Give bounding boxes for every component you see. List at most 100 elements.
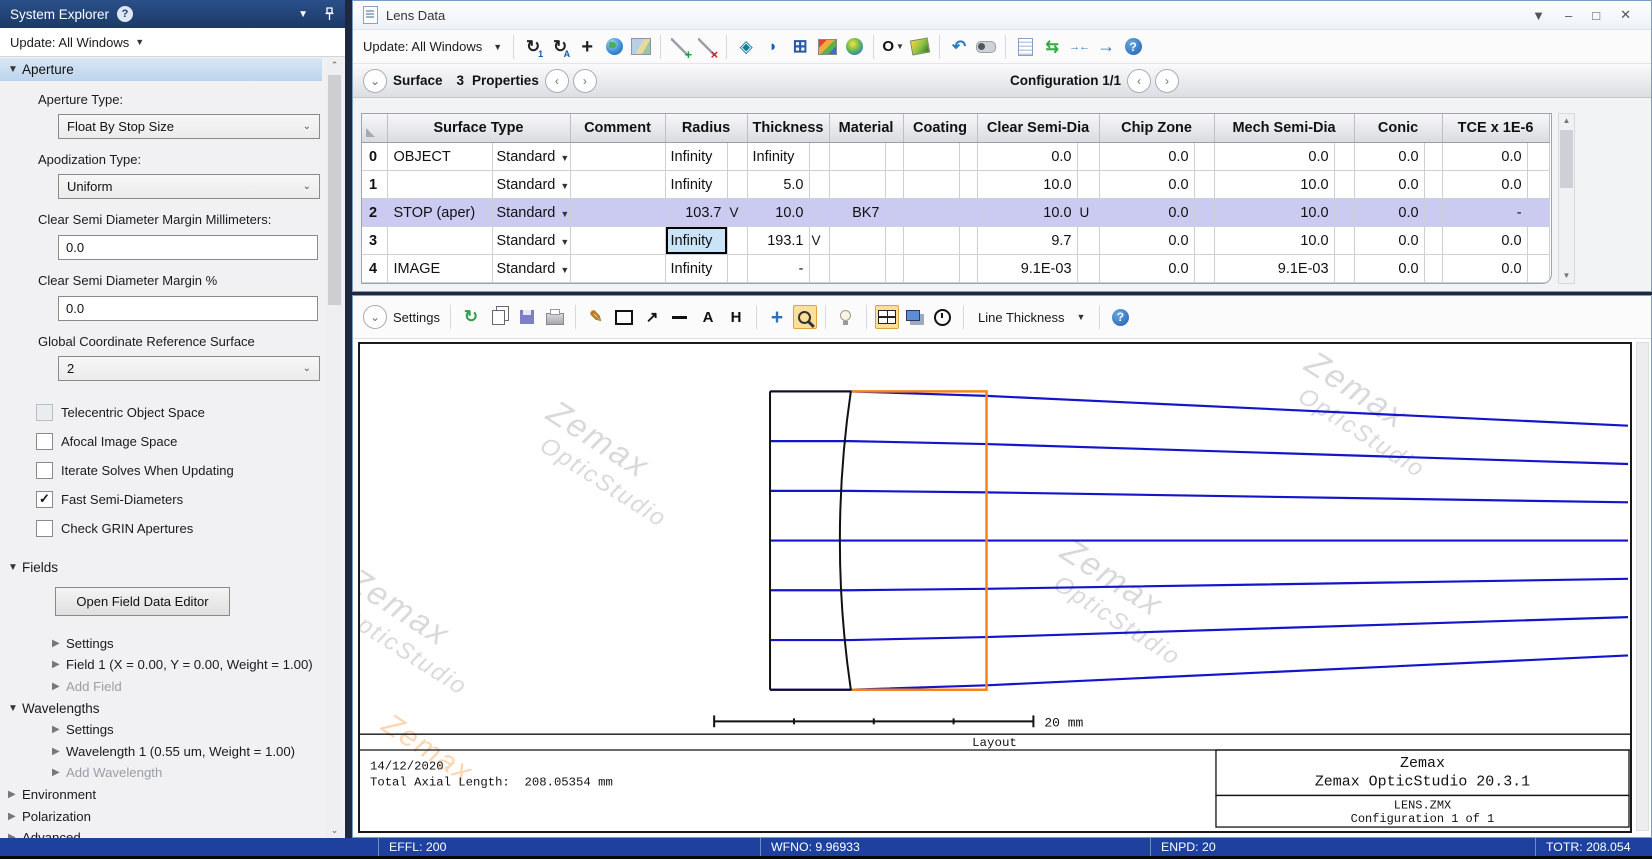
sidebar-scrollbar[interactable]: ⌃ ⌄ bbox=[326, 57, 343, 838]
surface-type-cell[interactable]: Standard ▼ bbox=[492, 254, 571, 283]
table-row-4[interactable]: 4 IMAGE Standard ▼ Infinity - 9.1E-03 0.0… bbox=[362, 254, 1550, 283]
tce-cell[interactable]: 0.0 bbox=[1442, 226, 1528, 255]
col-thickness[interactable]: Thickness bbox=[747, 114, 830, 143]
col-coating[interactable]: Coating bbox=[903, 114, 978, 143]
row-number[interactable]: 3 bbox=[362, 226, 388, 255]
coating-cell[interactable] bbox=[903, 254, 960, 283]
coating-flag[interactable] bbox=[959, 198, 978, 227]
thickness-flag[interactable] bbox=[809, 254, 830, 283]
conic-cell[interactable]: 0.0 bbox=[1354, 254, 1425, 283]
settings-label[interactable]: Settings bbox=[393, 310, 440, 325]
conic-flag[interactable] bbox=[1424, 142, 1443, 171]
delete-surface-icon[interactable] bbox=[695, 35, 719, 62]
mech-semi-cell[interactable]: 0.0 bbox=[1214, 142, 1335, 171]
clear-semi-margin-mm-input[interactable]: 0.0 bbox=[58, 235, 318, 260]
apodization-type-select[interactable]: Uniform ⌄ bbox=[58, 174, 320, 199]
rectangle-annotation-icon[interactable] bbox=[612, 305, 636, 329]
col-material[interactable]: Material bbox=[829, 114, 904, 143]
checkbox-telecentric[interactable]: Telecentric Object Space bbox=[36, 402, 322, 422]
mech-semi-cell[interactable]: 10.0 bbox=[1214, 198, 1335, 227]
conic-cell[interactable]: 0.0 bbox=[1354, 198, 1425, 227]
thickness-cell[interactable]: 193.1 bbox=[747, 226, 810, 255]
coating-cell[interactable] bbox=[903, 170, 960, 199]
coating-cell[interactable] bbox=[903, 198, 960, 227]
corner-cell[interactable] bbox=[362, 114, 388, 143]
radius-cell[interactable]: Infinity bbox=[665, 254, 728, 283]
image-export-icon[interactable] bbox=[629, 35, 653, 59]
chip-zone-flag[interactable] bbox=[1194, 226, 1215, 255]
clear-semi-flag[interactable] bbox=[1077, 170, 1100, 199]
conic-flag[interactable] bbox=[1424, 198, 1443, 227]
scroll-up-icon[interactable]: ▲ bbox=[1559, 114, 1574, 128]
open-field-data-editor-button[interactable]: Open Field Data Editor bbox=[55, 586, 230, 616]
material-cell[interactable]: BK7 bbox=[829, 198, 886, 227]
aperture-icon[interactable] bbox=[734, 35, 758, 59]
pan-editor-icon[interactable] bbox=[575, 35, 599, 59]
next-surface-button[interactable]: › bbox=[572, 68, 597, 93]
comment-cell[interactable] bbox=[570, 254, 666, 283]
coating-flag[interactable] bbox=[959, 142, 978, 171]
tce-flag[interactable] bbox=[1527, 142, 1550, 171]
tce-flag[interactable] bbox=[1527, 254, 1550, 283]
material-cell[interactable] bbox=[829, 170, 886, 199]
globe-icon[interactable] bbox=[602, 35, 626, 59]
clear-semi-flag[interactable] bbox=[1077, 142, 1100, 171]
mech-semi-cell[interactable]: 10.0 bbox=[1214, 170, 1335, 199]
section-polarization[interactable]: ▶ Polarization bbox=[0, 805, 322, 827]
add-field-item[interactable]: ▶ Add Field bbox=[0, 676, 322, 698]
layout-plot-canvas[interactable]: Zemax OpticStudio Zemax OpticStudio Zema… bbox=[358, 342, 1632, 833]
chip-zone-cell[interactable]: 0.0 bbox=[1099, 142, 1195, 171]
coordinate-globe-icon[interactable] bbox=[842, 35, 866, 59]
chip-zone-flag[interactable] bbox=[1194, 198, 1215, 227]
surface-type-cell[interactable]: Standard ▼ bbox=[492, 226, 571, 255]
scrollbar-thumb[interactable] bbox=[328, 75, 341, 305]
mech-semi-flag[interactable] bbox=[1334, 226, 1355, 255]
properties-expander-icon[interactable]: ⌄ bbox=[363, 68, 387, 93]
settings-expander-icon[interactable]: ⌄ bbox=[363, 305, 387, 329]
material-cell[interactable] bbox=[829, 226, 886, 255]
tce-cell[interactable]: - bbox=[1442, 198, 1528, 227]
scroll-down-icon[interactable]: ▼ bbox=[1559, 269, 1574, 283]
surface-type-cell[interactable]: Standard ▼ bbox=[492, 170, 571, 199]
radius-flag[interactable] bbox=[727, 254, 748, 283]
clone-window-icon[interactable] bbox=[903, 305, 927, 329]
thickness-flag[interactable]: V bbox=[809, 226, 830, 255]
maximize-icon[interactable]: □ bbox=[1592, 8, 1600, 23]
col-clear-semi-dia[interactable]: Clear Semi-Dia bbox=[977, 114, 1100, 143]
chip-zone-cell[interactable]: 0.0 bbox=[1099, 170, 1195, 199]
insert-surface-icon[interactable] bbox=[668, 35, 692, 62]
scroll-down-icon[interactable]: ⌄ bbox=[326, 822, 343, 838]
thickness-flag[interactable] bbox=[809, 170, 830, 199]
help-icon[interactable] bbox=[1108, 305, 1132, 329]
thickness-cell[interactable]: 5.0 bbox=[747, 170, 810, 199]
surface-name-cell[interactable] bbox=[387, 170, 493, 199]
material-flag[interactable] bbox=[885, 254, 904, 283]
aperture-type-select[interactable]: Float By Stop Size ⌄ bbox=[58, 114, 320, 139]
clear-semi-cell[interactable]: 10.0 bbox=[977, 198, 1078, 227]
coating-flag[interactable] bbox=[959, 170, 978, 199]
fields-settings-item[interactable]: ▶ Settings bbox=[0, 633, 322, 655]
surface-name-cell[interactable]: STOP (aper) bbox=[387, 198, 493, 227]
field-1-item[interactable]: ▶ Field 1 (X = 0.00, Y = 0.00, Weight = … bbox=[0, 654, 322, 676]
col-mech-semi-dia[interactable]: Mech Semi-Dia bbox=[1214, 114, 1355, 143]
save-icon[interactable] bbox=[515, 305, 539, 329]
radius-flag[interactable] bbox=[727, 226, 748, 255]
window-menu-chevron-icon[interactable]: ▼ bbox=[1532, 8, 1545, 23]
surface-properties-list-icon[interactable] bbox=[1013, 35, 1037, 59]
conic-flag[interactable] bbox=[1424, 226, 1443, 255]
refresh-selected-icon[interactable]: 1 bbox=[521, 35, 545, 59]
lamp-icon[interactable] bbox=[834, 305, 858, 329]
clear-semi-cell[interactable]: 9.1E-03 bbox=[977, 254, 1078, 283]
radius-flag[interactable]: V bbox=[727, 198, 748, 227]
layout-scrollbar[interactable] bbox=[1636, 342, 1649, 831]
conic-flag[interactable] bbox=[1424, 170, 1443, 199]
radius-flag[interactable] bbox=[727, 142, 748, 171]
clock-icon[interactable] bbox=[931, 305, 955, 329]
split-window-icon[interactable] bbox=[874, 305, 899, 329]
section-wavelengths[interactable]: ▼ Wavelengths bbox=[0, 697, 322, 719]
chip-zone-flag[interactable] bbox=[1194, 142, 1215, 171]
radius-cell[interactable]: 103.7 bbox=[665, 198, 728, 227]
section-aperture[interactable]: ▼ Aperture bbox=[0, 58, 322, 81]
line-thickness-dropdown[interactable]: Line Thickness ▼ bbox=[972, 310, 1091, 325]
chip-zone-flag[interactable] bbox=[1194, 254, 1215, 283]
